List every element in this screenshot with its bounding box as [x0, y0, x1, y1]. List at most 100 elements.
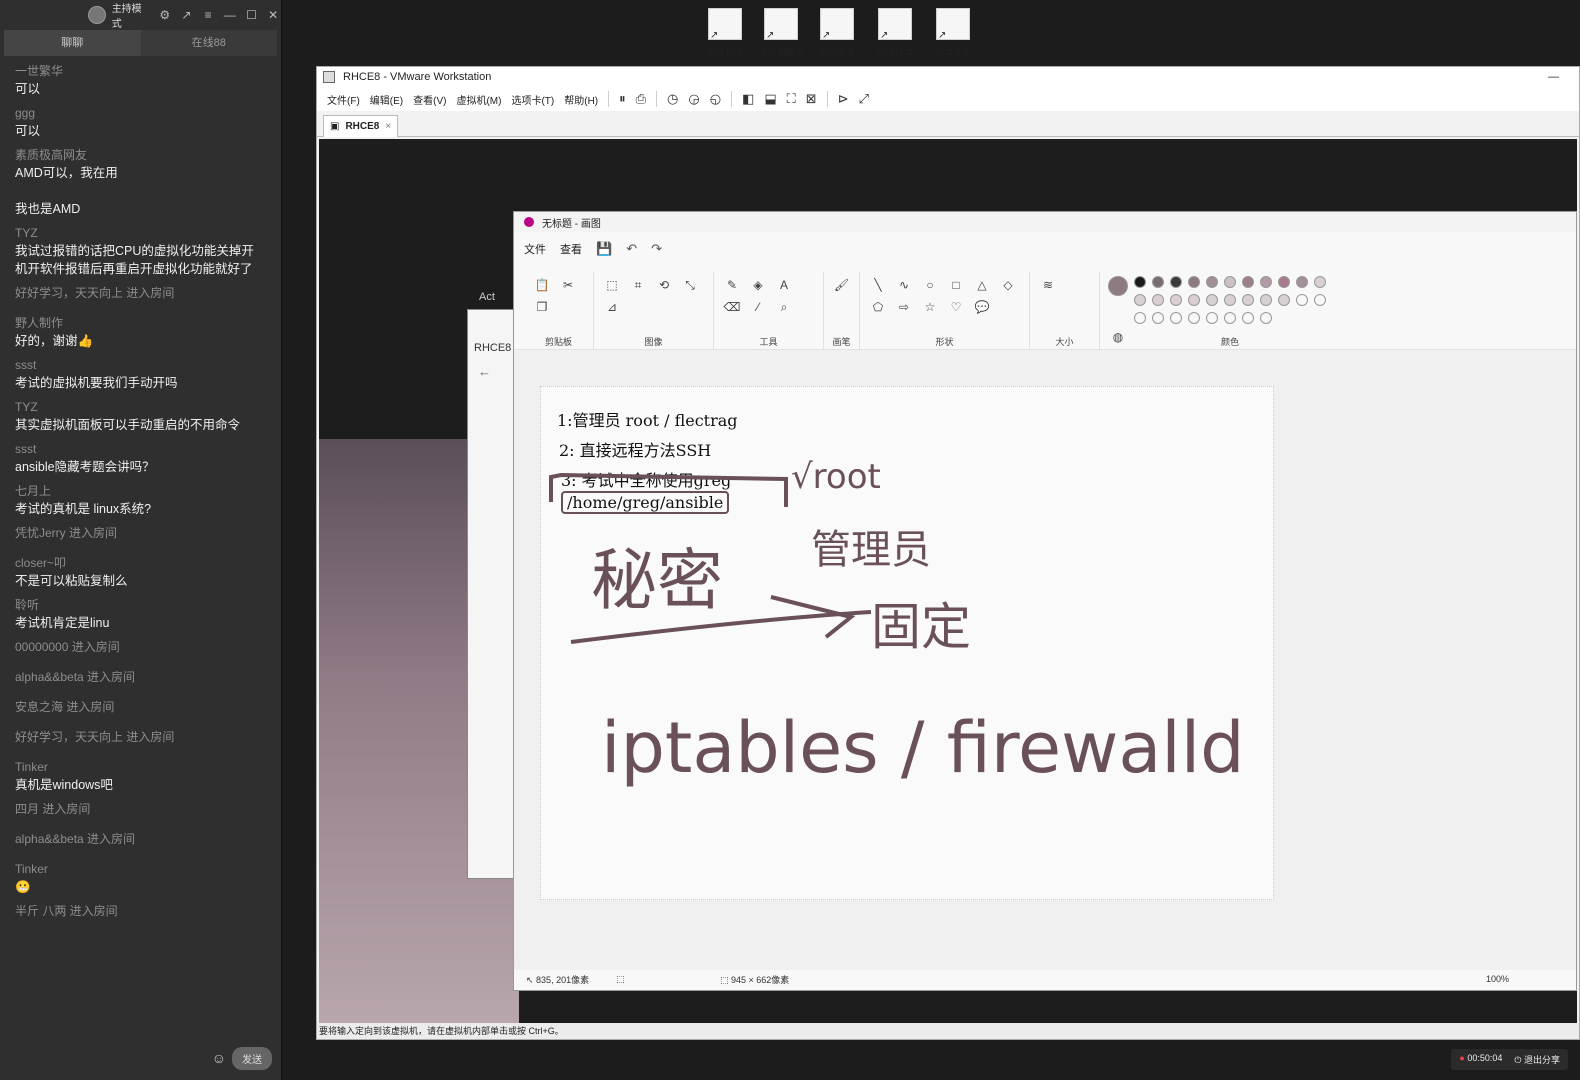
fullscreen-icon[interactable]: ⛶ — [787, 91, 796, 107]
save-icon[interactable]: 💾 — [596, 241, 612, 257]
desktop-icon[interactable]: 课程调教学 — [756, 8, 806, 64]
menu-view[interactable]: 查看(V) — [413, 92, 446, 107]
flip-icon[interactable]: ⊿ — [602, 298, 622, 316]
select-icon[interactable]: ⬚ — [602, 276, 622, 294]
chat-username[interactable]: TYZ — [15, 398, 281, 416]
diamond-shape-icon[interactable]: ◇ — [998, 276, 1018, 294]
color-swatch[interactable] — [1260, 294, 1272, 306]
desktop-icon[interactable]: 新建文件 — [928, 8, 978, 64]
menu-icon[interactable]: ≡ — [200, 8, 216, 22]
desktop-icon[interactable]: 图库环境 — [870, 8, 920, 64]
color-swatch[interactable] — [1314, 276, 1326, 288]
color-swatch[interactable] — [1224, 276, 1236, 288]
activities-label[interactable]: Act — [479, 291, 495, 303]
cut-icon[interactable]: ✂ — [558, 276, 578, 294]
text-icon[interactable]: A — [774, 276, 794, 294]
chat-username[interactable]: TYZ — [15, 224, 281, 242]
chat-message-list[interactable]: 一世繁华 可以 ggg 可以 素质极高网友 AMD可以，我在用 我也是AMD TYZ 我试过报错… — [0, 56, 281, 1026]
menu-view[interactable]: 查看 — [560, 241, 582, 257]
chat-username[interactable]: 野人制作 — [15, 314, 281, 332]
copy-icon[interactable]: ❐ — [532, 298, 552, 316]
minimize-icon[interactable]: — — [222, 8, 238, 22]
chat-username[interactable]: ssst — [15, 356, 281, 374]
color-swatch[interactable] — [1260, 276, 1272, 288]
color-swatch[interactable] — [1134, 294, 1146, 306]
send-button[interactable]: 发送 — [232, 1046, 272, 1070]
menu-tabs[interactable]: 选项卡(T) — [511, 92, 554, 107]
unity-icon[interactable]: ⊠ — [806, 91, 817, 107]
color-swatch[interactable] — [1152, 294, 1164, 306]
undo-icon[interactable]: ↶ — [626, 241, 637, 257]
eraser-icon[interactable]: ⌫ — [722, 298, 742, 316]
chat-username[interactable]: 素质极高网友 — [15, 146, 281, 164]
menu-file[interactable]: 文件 — [524, 241, 546, 257]
fill-icon[interactable]: ◈ — [748, 276, 768, 294]
line-shape-icon[interactable]: ╲ — [868, 276, 888, 294]
color-swatch[interactable] — [1224, 312, 1236, 324]
pause-icon[interactable]: ⏸ — [619, 91, 626, 107]
color-swatch[interactable] — [1170, 312, 1182, 324]
close-tab-icon[interactable]: × — [385, 121, 391, 132]
stretch-icon[interactable]: ⤢ — [859, 91, 869, 107]
library-icon[interactable]: ◧ — [742, 91, 754, 107]
exit-share-button[interactable]: ⏻ 退出分享 — [1514, 1053, 1560, 1066]
chat-username[interactable]: ggg — [15, 104, 281, 122]
color-swatch[interactable] — [1242, 276, 1254, 288]
stroke-size-icon[interactable]: ≋ — [1038, 276, 1058, 294]
emoji-icon[interactable]: ☺ — [212, 1050, 226, 1066]
color-swatch[interactable] — [1242, 312, 1254, 324]
curve-shape-icon[interactable]: ∿ — [894, 276, 914, 294]
crop-icon[interactable]: ⌗ — [628, 276, 648, 294]
color-swatch[interactable] — [1188, 276, 1200, 288]
color-picker-icon[interactable]: ⁄ — [748, 298, 768, 316]
color-swatch[interactable] — [1224, 294, 1236, 306]
color-swatch[interactable] — [1170, 276, 1182, 288]
rotate-icon[interactable]: ⟲ — [654, 276, 674, 294]
pentagon-shape-icon[interactable]: ⬠ — [868, 298, 888, 316]
share-icon[interactable]: ↗ — [179, 8, 195, 22]
tab-online[interactable]: 在线88 — [141, 30, 278, 56]
paint-canvas[interactable]: 1:管理员 root / flectrag 2: 直接远程方法SSH 3: 考试… — [540, 386, 1274, 900]
desktop-icon[interactable]: 学员管理 — [700, 8, 750, 64]
color-swatch[interactable] — [1152, 276, 1164, 288]
chat-username[interactable]: ssst — [15, 440, 281, 458]
thumbnail-icon[interactable]: ⬓ — [764, 91, 776, 107]
color-swatch[interactable] — [1170, 294, 1182, 306]
triangle-shape-icon[interactable]: △ — [972, 276, 992, 294]
menu-edit[interactable]: 编辑(E) — [370, 92, 403, 107]
color-swatch[interactable] — [1242, 294, 1254, 306]
color-swatch[interactable] — [1314, 294, 1326, 306]
rect-shape-icon[interactable]: □ — [946, 276, 966, 294]
color-swatch[interactable] — [1206, 312, 1218, 324]
color-swatch[interactable] — [1134, 312, 1146, 324]
oval-shape-icon[interactable]: ○ — [920, 276, 940, 294]
color-swatch[interactable] — [1260, 312, 1272, 324]
close-icon[interactable]: ✕ — [265, 8, 281, 22]
color1-swatch[interactable] — [1108, 276, 1128, 296]
brush-icon[interactable]: 🖌 — [832, 276, 851, 294]
settings-icon[interactable]: ⚙ — [157, 8, 173, 22]
arrow-shape-icon[interactable]: ⇨ — [894, 298, 914, 316]
color-swatch[interactable] — [1206, 294, 1218, 306]
maximize-icon[interactable]: ☐ — [244, 8, 260, 22]
send-keys-icon[interactable]: ⎙ — [636, 91, 646, 107]
console-icon[interactable]: ⊳ — [838, 91, 849, 107]
color-swatch[interactable] — [1296, 276, 1308, 288]
callout-shape-icon[interactable]: 💬 — [972, 298, 992, 316]
redo-icon[interactable]: ↷ — [651, 241, 662, 257]
star-shape-icon[interactable]: ☆ — [920, 298, 940, 316]
resize-icon[interactable]: ⤡ — [680, 276, 700, 294]
minimize-icon[interactable]: — — [1548, 71, 1559, 83]
snapshot-icon[interactable]: ◷ — [667, 91, 678, 107]
chat-username[interactable]: closer~叩 — [15, 554, 281, 572]
desktop-icon[interactable]: 实战演练 — [812, 8, 862, 64]
chat-username[interactable]: 聆听 — [15, 596, 281, 614]
chat-username[interactable]: Tinker — [15, 860, 281, 878]
chat-username[interactable]: Tinker — [15, 758, 281, 776]
vm-screen[interactable]: Act RHCE8 ← 无标题 - 画图 文件 查看 💾 ↶ ↷ 📋 ✂ ❐ 剪… — [319, 139, 1577, 1023]
menu-vm[interactable]: 虚拟机(M) — [456, 92, 501, 107]
tab-rhce8[interactable]: ▣ RHCE8 × — [323, 115, 399, 137]
color-swatch[interactable] — [1296, 294, 1308, 306]
color-swatch[interactable] — [1188, 312, 1200, 324]
revert-snapshot-icon[interactable]: ◶ — [688, 91, 699, 107]
